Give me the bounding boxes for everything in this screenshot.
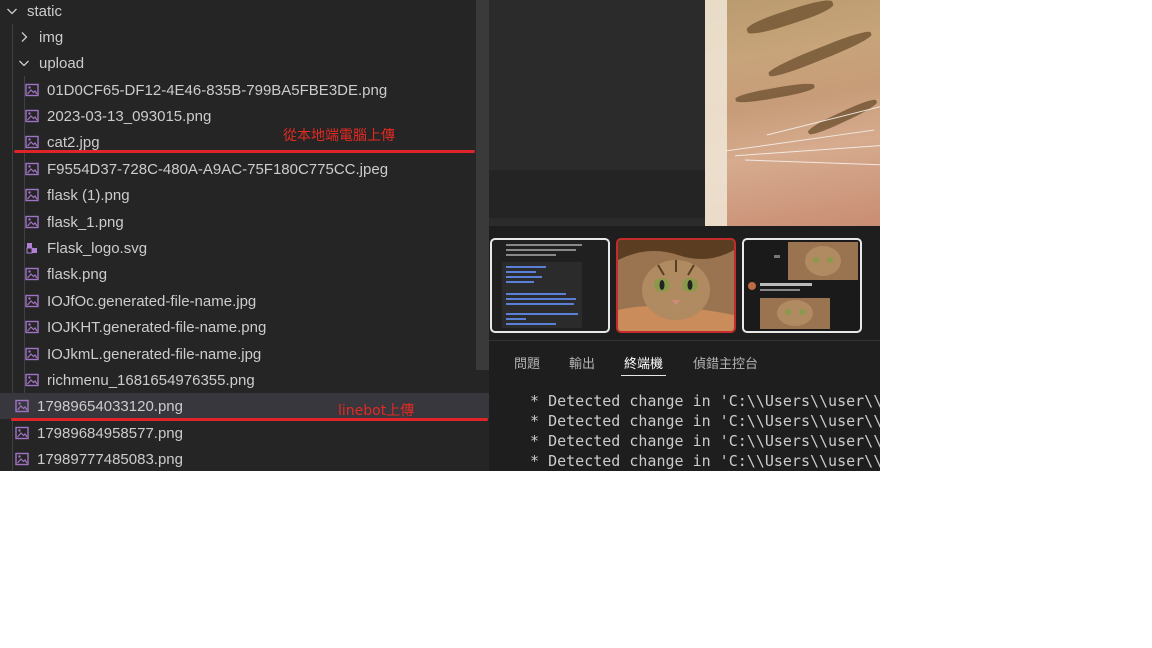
whisker: [745, 159, 880, 166]
chat-images-graphic: [748, 242, 858, 329]
terminal-line: * Detected change in 'C:\\Users\\user\\A: [521, 432, 880, 450]
image-file-icon: [25, 188, 39, 202]
file-item[interactable]: 01D0CF65-DF12-4E46-835B-799BA5FBE3DE.png: [0, 77, 489, 103]
image-file-icon: [25, 320, 39, 334]
image-file-icon: [25, 267, 39, 281]
chevron-down-icon: [18, 57, 30, 69]
file-item[interactable]: IOJKHT.generated-file-name.png: [0, 314, 489, 340]
file-item-selected[interactable]: 17989654033120.png: [0, 393, 489, 419]
file-item[interactable]: richmenu_1681654976355.png: [0, 367, 489, 393]
cat-photo: [705, 0, 880, 226]
active-tab-indicator: [621, 375, 666, 376]
file-label: 01D0CF65-DF12-4E46-835B-799BA5FBE3DE.png: [47, 81, 388, 99]
folder-label: img: [39, 28, 64, 46]
annotation-underline: [11, 418, 488, 421]
image-file-icon: [15, 399, 29, 413]
image-file-icon: [25, 135, 39, 149]
whisker: [725, 129, 875, 152]
image-file-icon: [25, 215, 39, 229]
file-explorer: static img upload 01D0CF65-DF12-4E46-835…: [0, 0, 489, 471]
photo-edge: [705, 0, 727, 226]
chat-preview-graphic: [502, 244, 582, 328]
chevron-right-icon: [18, 31, 30, 43]
file-label: cat2.jpg: [47, 133, 100, 151]
image-file-icon: [25, 162, 39, 176]
file-item[interactable]: 2023-03-13_093015.png: [0, 103, 489, 129]
image-file-icon: [25, 83, 39, 97]
file-label: F9554D37-728C-480A-A9AC-75F180C775CC.jpe…: [47, 160, 389, 178]
file-item[interactable]: F9554D37-728C-480A-A9AC-75F180C775CC.jpe…: [0, 156, 489, 182]
file-item[interactable]: flask (1).png: [0, 182, 489, 208]
file-label: IOJkmL.generated-file-name.jpg: [47, 345, 262, 363]
file-label: flask_1.png: [47, 213, 124, 231]
thumbnail-chat-text[interactable]: [490, 238, 610, 333]
folder-label: upload: [39, 54, 85, 72]
file-item[interactable]: 17989684958577.png: [0, 420, 489, 446]
screenshot-region: static img upload 01D0CF65-DF12-4E46-835…: [0, 0, 880, 471]
cat-thumbnail-graphic: [618, 240, 734, 331]
image-file-icon: [25, 109, 39, 123]
image-file-icon: [15, 426, 29, 440]
file-label: richmenu_1681654976355.png: [47, 371, 255, 389]
file-label: flask (1).png: [47, 186, 130, 204]
tab-output[interactable]: 輸出: [569, 353, 595, 372]
file-item[interactable]: IOJfOc.generated-file-name.jpg: [0, 288, 489, 314]
file-item[interactable]: Flask_logo.svg: [0, 235, 489, 261]
file-label: 2023-03-13_093015.png: [47, 107, 212, 125]
file-item[interactable]: flask_1.png: [0, 209, 489, 235]
explorer-scrollbar[interactable]: [476, 0, 489, 370]
folder-img[interactable]: img: [0, 24, 489, 50]
image-file-icon: [25, 347, 39, 361]
folder-label: static: [27, 2, 63, 20]
tab-terminal[interactable]: 終端機: [624, 353, 663, 372]
tab-problems[interactable]: 問題: [514, 353, 540, 372]
file-label: IOJfOc.generated-file-name.jpg: [47, 292, 257, 310]
file-label: 17989654033120.png: [37, 397, 183, 415]
thumbnail-strip: [489, 226, 880, 340]
image-file-icon: [15, 452, 29, 466]
file-item[interactable]: 17989777485083.png: [0, 446, 489, 471]
annotation-local-upload: 從本地端電腦上傳: [283, 128, 395, 144]
folder-upload[interactable]: upload: [0, 50, 489, 76]
file-label: Flask_logo.svg: [47, 239, 148, 257]
right-pane: 問題 輸出 終端機 偵錯主控台 * Detected change in 'C:…: [489, 0, 880, 471]
file-item[interactable]: IOJkmL.generated-file-name.jpg: [0, 341, 489, 367]
thumbnail-chat-images[interactable]: [742, 238, 862, 333]
file-item[interactable]: flask.png: [0, 261, 489, 287]
image-file-icon: [25, 294, 39, 308]
image-file-icon: [25, 373, 39, 387]
terminal-line: * Detected change in 'C:\\Users\\user\\A: [521, 392, 880, 410]
terminal-line: * Detected change in 'C:\\Users\\user\\A: [521, 412, 880, 430]
chevron-down-icon: [6, 5, 18, 17]
file-label: 17989777485083.png: [37, 450, 183, 468]
svg-file-icon: [25, 241, 39, 255]
tab-debug-console[interactable]: 偵錯主控台: [693, 353, 758, 372]
annotation-underline: [14, 150, 475, 153]
fur-stripe: [766, 27, 874, 81]
fur-stripe: [734, 81, 816, 105]
terminal-line: * Detected change in 'C:\\Users\\user\\A: [521, 452, 880, 470]
file-label: flask.png: [47, 265, 108, 283]
annotation-linebot-upload: linebot上傳: [338, 403, 415, 419]
panel-tab-bar: 問題 輸出 終端機 偵錯主控台: [489, 340, 880, 381]
fur-stripe: [745, 0, 835, 38]
file-label: 17989684958577.png: [37, 424, 183, 442]
folder-static[interactable]: static: [0, 0, 482, 24]
file-label: IOJKHT.generated-file-name.png: [47, 318, 267, 336]
thumbnail-cat[interactable]: [616, 238, 736, 333]
